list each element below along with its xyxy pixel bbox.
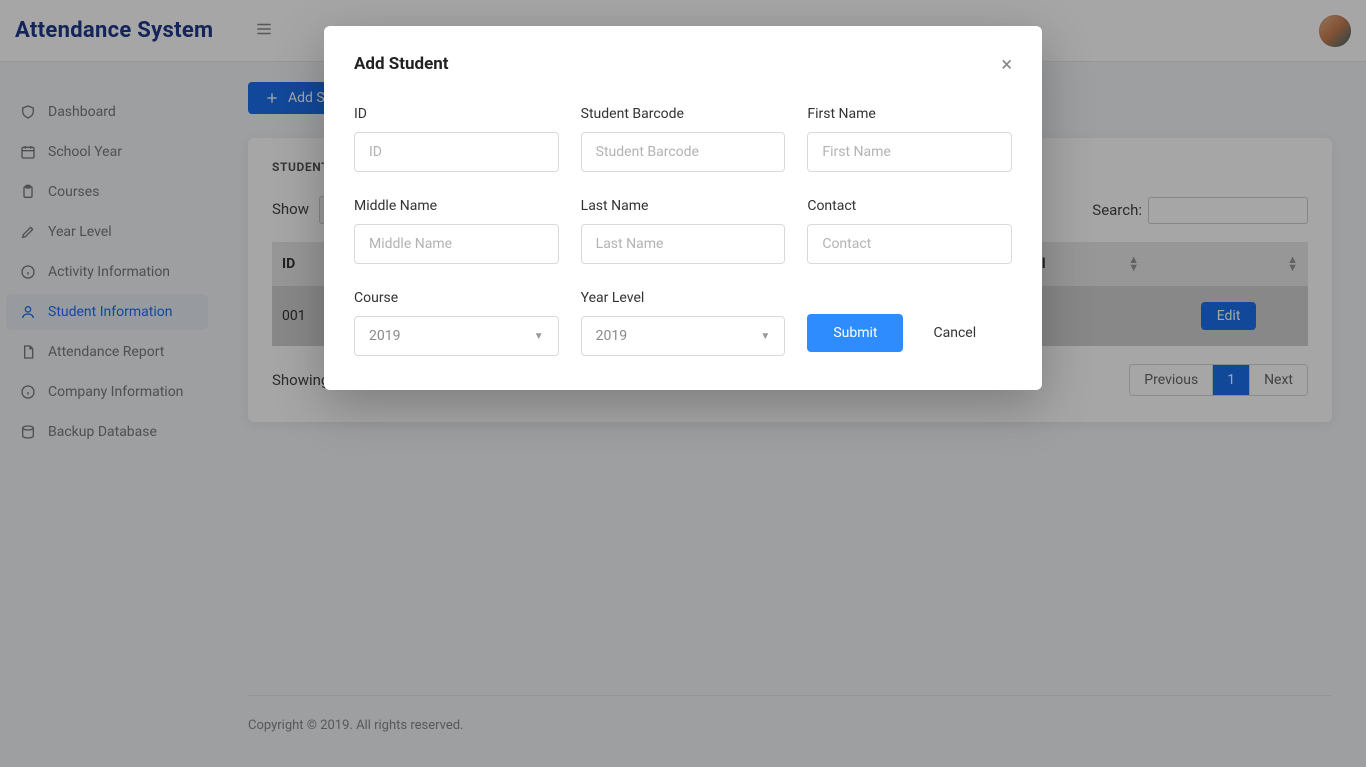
label-id: ID (354, 106, 559, 122)
field-firstname: First Name (807, 106, 1012, 172)
field-yearlevel: Year Level 2019 ▼ (581, 290, 786, 356)
field-middlename: Middle Name (354, 198, 559, 264)
input-middlename[interactable] (354, 224, 559, 264)
input-firstname[interactable] (807, 132, 1012, 172)
label-firstname: First Name (807, 106, 1012, 122)
field-barcode: Student Barcode (581, 106, 786, 172)
select-course-value: 2019 (369, 328, 400, 344)
close-icon: × (1001, 52, 1012, 76)
field-course: Course 2019 ▼ (354, 290, 559, 356)
label-course: Course (354, 290, 559, 306)
select-course[interactable]: 2019 ▼ (354, 316, 559, 356)
select-yearlevel-value: 2019 (596, 328, 627, 344)
modal-actions: Submit Cancel (807, 290, 1012, 356)
input-lastname[interactable] (581, 224, 786, 264)
chevron-down-icon: ▼ (534, 331, 544, 342)
field-id: ID (354, 106, 559, 172)
label-contact: Contact (807, 198, 1012, 214)
label-lastname: Last Name (581, 198, 786, 214)
field-lastname: Last Name (581, 198, 786, 264)
field-contact: Contact (807, 198, 1012, 264)
input-barcode[interactable] (581, 132, 786, 172)
submit-button[interactable]: Submit (807, 314, 903, 352)
cancel-button[interactable]: Cancel (933, 325, 976, 341)
select-yearlevel[interactable]: 2019 ▼ (581, 316, 786, 356)
label-yearlevel: Year Level (581, 290, 786, 306)
input-id[interactable] (354, 132, 559, 172)
add-student-modal: Add Student × ID Student Barcode First N… (324, 26, 1042, 390)
close-button[interactable]: × (1001, 52, 1012, 76)
label-barcode: Student Barcode (581, 106, 786, 122)
label-middlename: Middle Name (354, 198, 559, 214)
modal-title: Add Student (354, 54, 449, 74)
input-contact[interactable] (807, 224, 1012, 264)
chevron-down-icon: ▼ (760, 331, 770, 342)
